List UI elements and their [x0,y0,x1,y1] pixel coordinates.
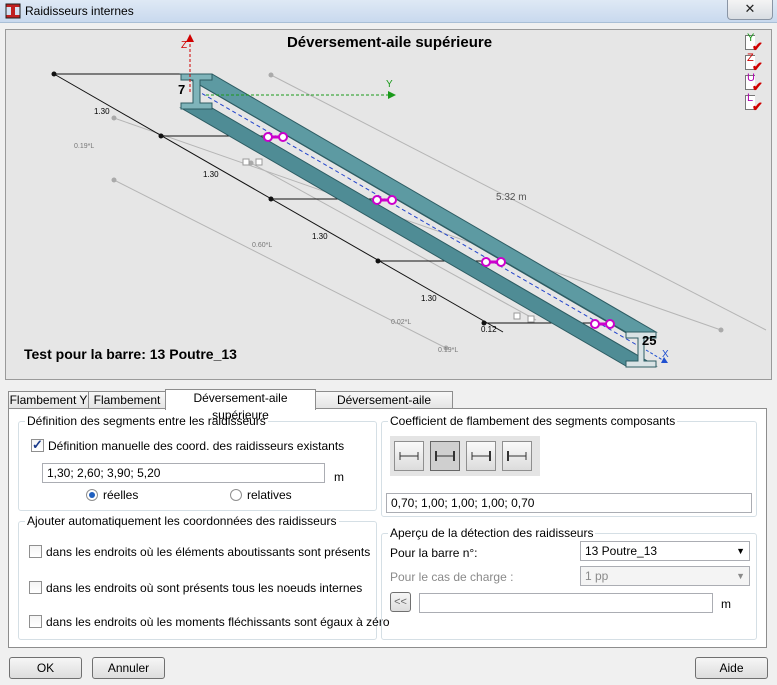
tab-panel: Définition des segments entre les raidis… [8,408,767,648]
segment-node [158,133,164,139]
auto-option-checkbox[interactable] [29,615,42,628]
fixed-fixed-icon [435,451,455,461]
fixed-pinned-button[interactable] [502,441,532,471]
length-label: 5.32 m [496,192,527,203]
stiffener-marker [372,195,397,205]
offset-label: 0.02*L [391,319,411,326]
axis-y-label: Y [386,79,393,90]
pinned-fixed-icon [471,451,491,461]
axis-y-arrow [388,91,396,99]
cancel-button[interactable]: Annuler [92,657,165,679]
help-button[interactable]: Aide [695,657,768,679]
stiffener-marker [263,132,288,142]
beam-start-section [180,73,213,110]
guide-line [113,117,722,331]
tab-flambement-z[interactable]: Flambement Z [88,391,166,424]
toggle-l-axis[interactable]: L ✔ [745,92,769,114]
axis-z-label: Z [181,40,187,51]
app-icon [5,3,21,19]
coords-input[interactable]: 1,30; 2,60; 3,90; 5,20 [42,463,325,483]
tab-flambement-y[interactable]: Flambement Y [8,391,89,409]
coef-group-label: Coefficient de flambement des segments c… [388,414,678,428]
auto-option-label: dans les endroits où les éléments abouti… [46,545,371,559]
tab-deversement-superieure[interactable]: Déversement-aile supérieure [165,389,316,422]
toggle-z-axis[interactable]: Z ✔ [745,52,769,74]
tab-deversement-inferieure[interactable]: Déversement-aile inférieure [315,391,453,424]
segment-label: 1.30 [421,294,437,303]
toggle-y-axis[interactable]: Y ✔ [745,32,769,54]
manual-definition-label: Définition manuelle des coord. des raidi… [48,439,345,453]
beam-diagram: Z Y X 7 25 5.32 m 1.30 1.30 1.30 1.30 0.… [51,34,767,368]
guide-node [718,327,724,333]
guide-node [268,72,274,78]
support-buttons [390,436,540,476]
guide-node [111,115,117,121]
chevron-down-icon: ▼ [736,571,745,581]
previous-button[interactable]: << [390,592,411,612]
offset-label: 0.19*L [438,347,458,354]
radio-reelles[interactable] [86,489,98,501]
load-case-value: 1 pp [585,569,609,583]
bar-select[interactable]: 13 Poutre_13 ▼ [580,541,750,561]
beam-centerline [195,89,643,349]
load-case-label: Pour le cas de charge : [390,570,514,584]
preview-result-field[interactable] [419,593,713,613]
pinned-fixed-button[interactable] [466,441,496,471]
beam-preview-view: Déversement-aile supérieure Z Y X 7 25 5… [5,29,772,380]
check-icon: ✔ [752,99,763,114]
node-end-label: 25 [642,333,656,348]
axis-x-label: X [662,349,669,360]
guide-marker [513,312,521,320]
offset-label: 0.60*L [252,242,272,249]
manual-definition-checkbox[interactable]: ✓ [31,437,44,452]
offset-label: 0.19*L [74,143,94,150]
close-button[interactable]: ✕ [727,0,773,20]
stiffener-marker [590,319,615,329]
coef-input[interactable]: 0,70; 1,00; 1,00; 1,00; 0,70 [386,493,752,513]
bar-select-value: 13 Poutre_13 [585,544,658,558]
segment-node [268,196,274,202]
auto-group-label: Ajouter automatiquement les coordonnées … [25,514,339,528]
segment-label: 1.30 [312,232,328,241]
ok-button[interactable]: OK [9,657,82,679]
pinned-pinned-button[interactable] [394,441,424,471]
guide-marker [527,315,535,323]
segment-node [375,258,381,264]
beam-top-flange [179,73,658,333]
coords-unit: m [334,470,344,484]
segment-label: 1.30 [203,170,219,179]
toggle-u-axis[interactable]: U ✔ [745,72,769,94]
fixed-pinned-icon [507,451,527,461]
pinned-pinned-icon [399,452,419,460]
view-caption: Test pour la barre: 13 Poutre_13 [24,346,237,362]
check-icon: ✓ [32,437,43,452]
fixed-fixed-button[interactable] [430,441,460,471]
radio-relatives-label: relatives [247,488,292,502]
auto-option-checkbox[interactable] [29,545,42,558]
bar-number-label: Pour la barre n°: [390,546,478,560]
guide-node [111,177,117,183]
preview-unit: m [721,597,731,611]
segment-node [51,71,57,77]
segment-label: 1.30 [94,107,110,116]
radio-reelles-label: réelles [103,488,139,502]
auto-option-checkbox[interactable] [29,581,42,594]
guide-marker [255,158,263,166]
window-title: Raidisseurs internes [25,4,134,18]
axis-z-arrow [186,34,194,42]
preview-group-label: Aperçu de la détection des raidisseurs [388,526,596,540]
stiffener-marker [481,257,506,267]
auto-option-label: dans les endroits où les moments fléchis… [46,615,390,629]
chevron-down-icon: ▼ [736,546,745,556]
auto-option-label: dans les endroits où sont présents tous … [46,581,363,595]
guide-marker [242,158,250,166]
offset-label: 0.12 [481,325,497,334]
title-bar: Raidisseurs internes ✕ [0,0,777,23]
node-start-label: 7 [178,82,185,97]
radio-relatives[interactable] [230,489,242,501]
load-case-select[interactable]: 1 pp ▼ [580,566,750,586]
